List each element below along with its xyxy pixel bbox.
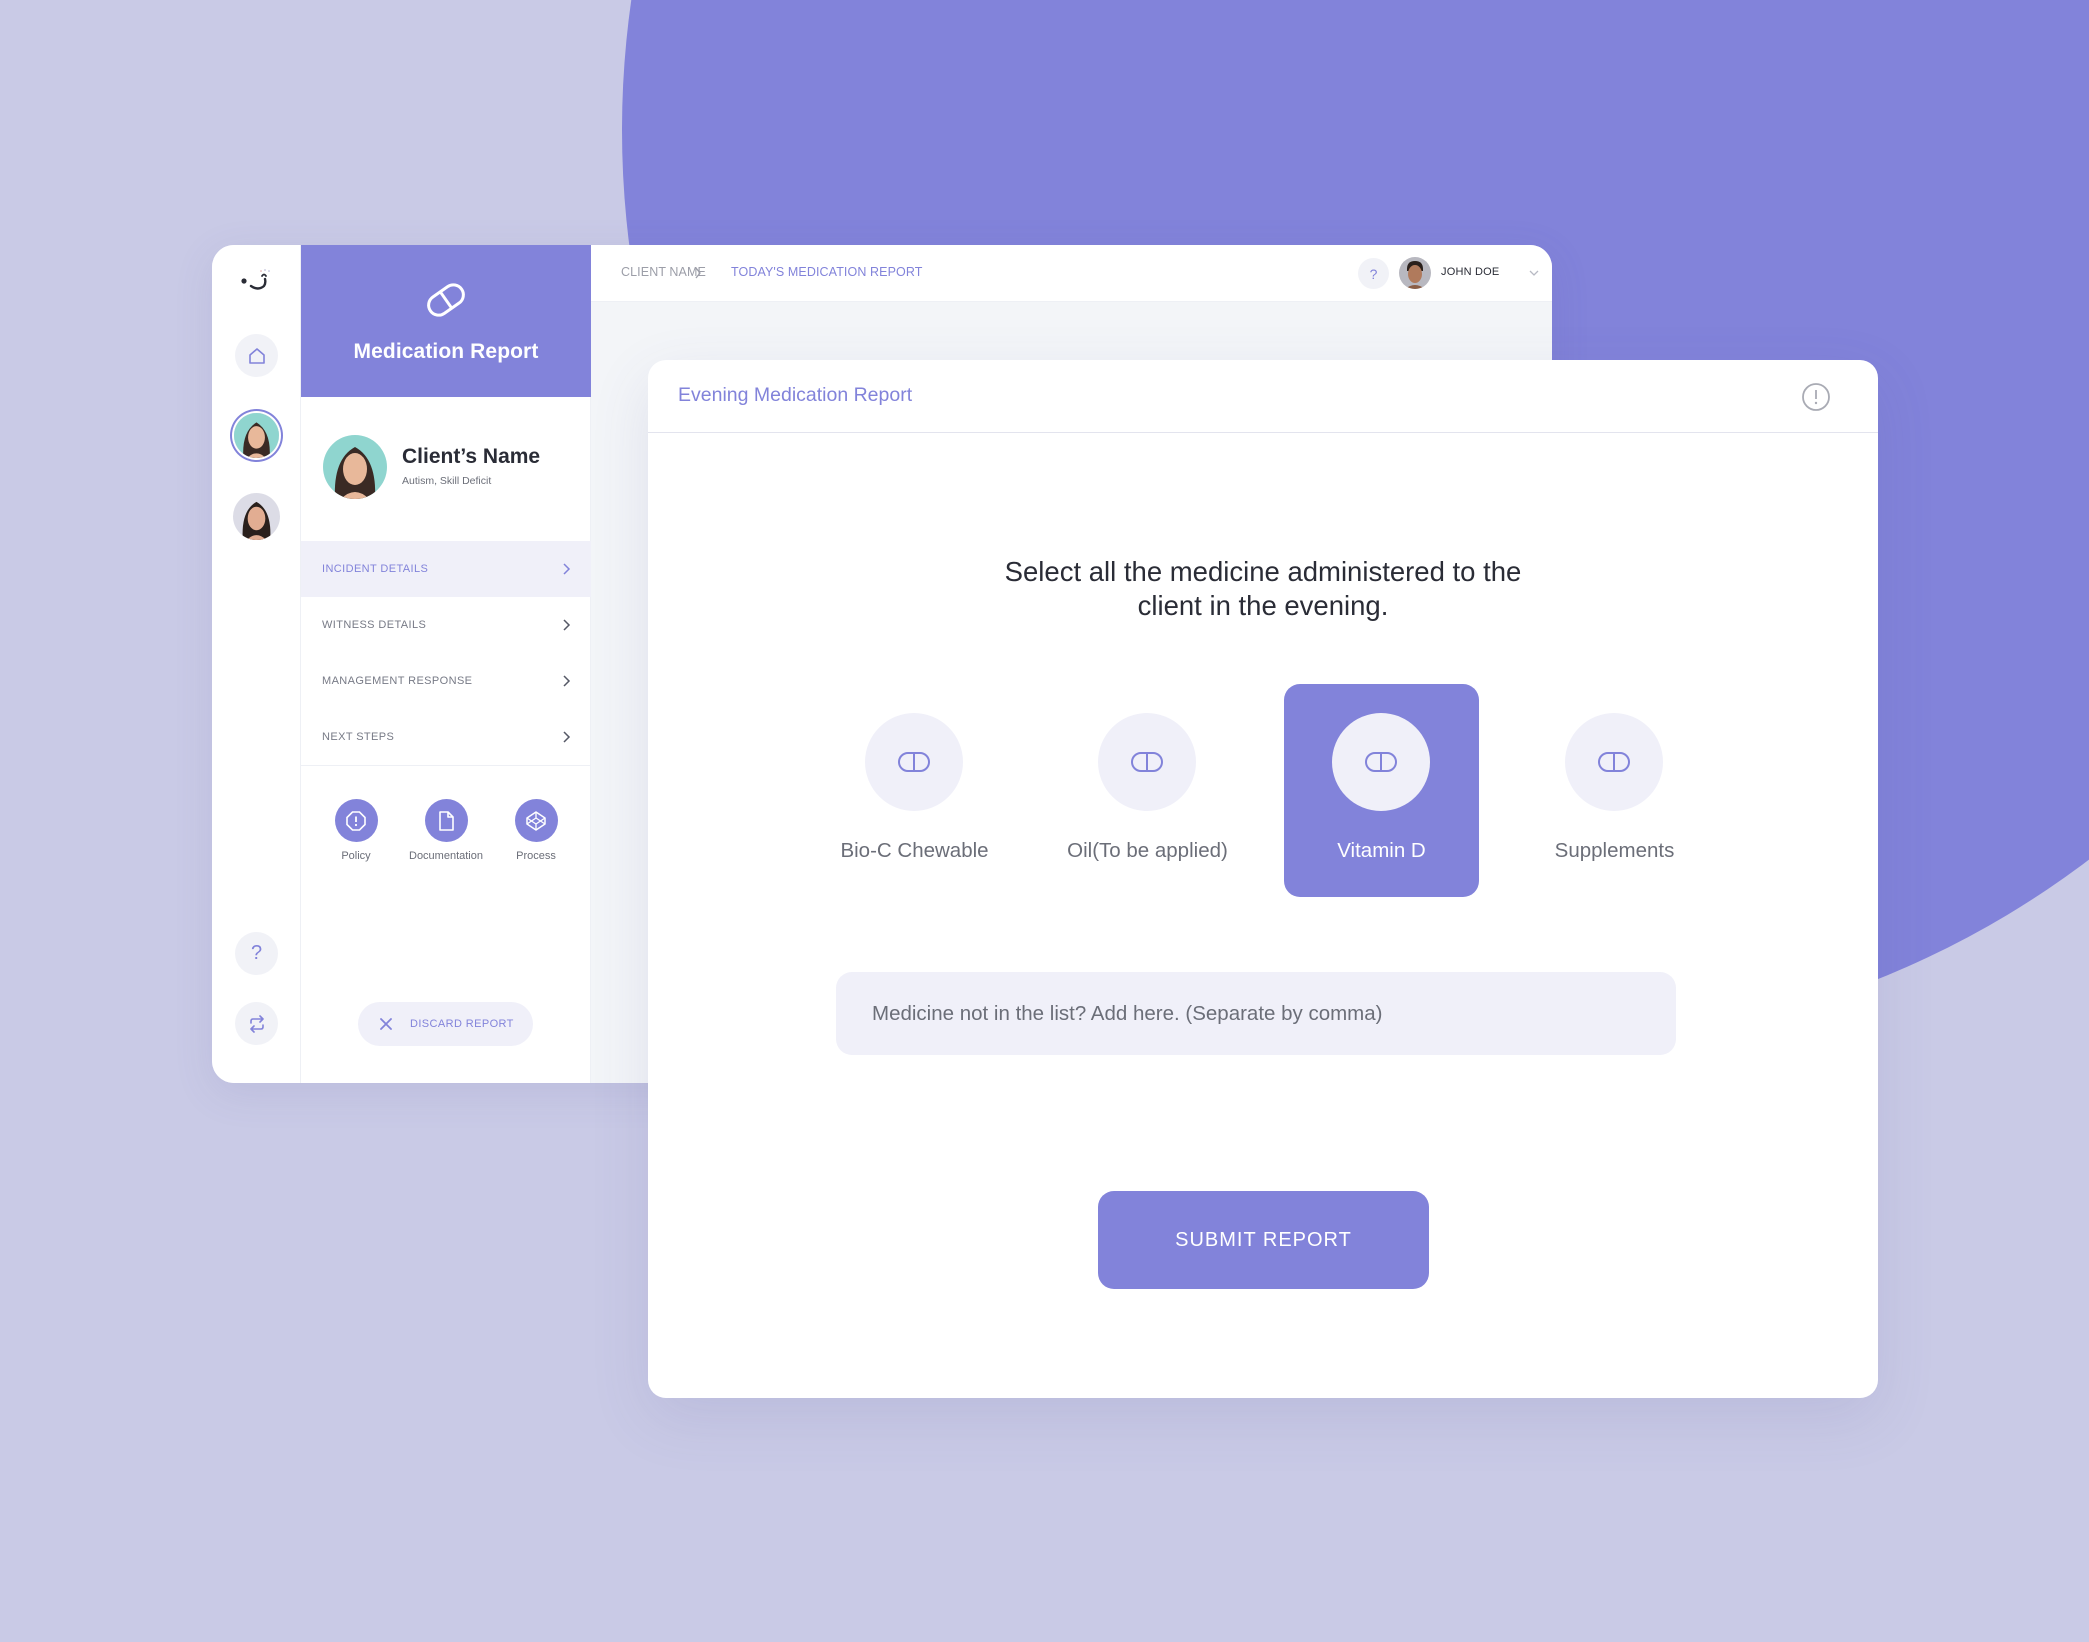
option-icon-circle — [865, 713, 963, 811]
question-icon: ? — [1369, 265, 1378, 282]
chevron-down-icon[interactable] — [1528, 268, 1540, 278]
side-panel-header: Medication Report — [301, 245, 591, 397]
smile-logo-icon — [241, 269, 270, 290]
question-line: Select all the medicine administered to … — [1004, 556, 1522, 587]
client-avatar[interactable] — [233, 493, 280, 540]
chevron-right-icon — [563, 731, 571, 743]
chevron-right-icon — [563, 619, 571, 631]
menu-item-label: WITNESS DETAILS — [322, 619, 427, 631]
menu-item-incident-details[interactable]: INCIDENT DETAILS — [301, 541, 591, 597]
option-label: Vitamin D — [1337, 839, 1426, 862]
pill-icon — [898, 752, 930, 772]
home-button[interactable] — [235, 334, 278, 377]
option-supplements[interactable]: Supplements — [1517, 684, 1712, 897]
submit-report-button[interactable]: SUBMIT REPORT — [1098, 1191, 1429, 1289]
menu-item-label: NEXT STEPS — [322, 731, 395, 743]
option-label: Supplements — [1554, 839, 1675, 862]
pill-icon — [1131, 752, 1163, 772]
discard-report-button[interactable]: DISCARD REPORT — [358, 1002, 533, 1046]
card-title: Evening Medication Report — [678, 384, 913, 406]
info-alert-icon[interactable] — [1801, 382, 1831, 412]
chevron-right-icon — [563, 563, 571, 575]
documentation-label: Documentation — [409, 850, 483, 862]
menu-item-management-response[interactable]: MANAGEMENT RESPONSE — [301, 653, 591, 709]
process-link[interactable]: Process — [486, 799, 586, 862]
question-heading: Select all the medicine administered to … — [648, 555, 1878, 623]
option-icon-circle — [1565, 713, 1663, 811]
option-bio-c-chewable[interactable]: Bio-C Chewable — [817, 684, 1012, 897]
avatar — [1399, 257, 1431, 289]
pill-icon — [1598, 752, 1630, 772]
pill-icon — [427, 283, 465, 317]
client-description: Autism, Skill Deficit — [402, 475, 492, 487]
chevron-right-icon — [695, 267, 701, 279]
client-photo — [323, 435, 387, 499]
option-vitamin-d[interactable]: Vitamin D — [1284, 684, 1479, 897]
divider — [301, 765, 591, 766]
question-line: client in the evening. — [1137, 590, 1389, 621]
side-panel: Medication Report Client’s Name Autism, … — [301, 245, 591, 1083]
client-card: Client’s Name Autism, Skill Deficit — [301, 397, 591, 540]
policy-label: Policy — [341, 850, 371, 862]
menu-item-witness-details[interactable]: WITNESS DETAILS — [301, 597, 591, 653]
menu-item-label: MANAGEMENT RESPONSE — [322, 675, 473, 687]
report-sections-menu: INCIDENT DETAILS WITNESS DETAILS MANAGEM… — [301, 541, 591, 766]
add-medicine-input[interactable] — [836, 972, 1676, 1055]
policy-link[interactable]: Policy — [306, 799, 406, 862]
process-label: Process — [516, 850, 556, 862]
help-button[interactable]: ? — [235, 932, 278, 975]
home-icon — [248, 347, 265, 364]
quick-links: Policy Documentation Process — [301, 799, 591, 869]
option-label: Bio-C Chewable — [840, 839, 989, 862]
swap-arrows-icon — [249, 1014, 264, 1033]
close-icon — [380, 1018, 392, 1030]
documentation-link[interactable]: Documentation — [396, 799, 496, 862]
side-panel-title: Medication Report — [353, 340, 539, 363]
menu-item-label: INCIDENT DETAILS — [322, 563, 429, 575]
option-icon-circle — [1098, 713, 1196, 811]
alert-octagon-icon — [346, 810, 366, 831]
menu-item-next-steps[interactable]: NEXT STEPS — [301, 709, 591, 765]
switch-button[interactable] — [235, 1002, 278, 1045]
option-icon-circle — [1332, 713, 1430, 811]
avatar — [323, 435, 387, 499]
topbar: CLIENT NAME TODAY'S MEDICATION REPORT ? … — [591, 245, 1552, 302]
icon-rail: ? — [212, 245, 301, 1083]
user-avatar[interactable] — [1399, 257, 1431, 289]
chevron-right-icon — [563, 675, 571, 687]
client-name: Client’s Name — [402, 445, 541, 468]
option-oil[interactable]: Oil(To be applied) — [1050, 684, 1245, 897]
breadcrumb-current-report[interactable]: TODAY'S MEDICATION REPORT — [731, 265, 922, 279]
medicine-options: Bio-C Chewable Oil(To be applied) Vitami… — [648, 684, 1878, 897]
question-icon: ? — [250, 942, 263, 964]
avatar — [234, 413, 279, 458]
codepen-cube-icon — [526, 810, 546, 831]
option-label: Oil(To be applied) — [1067, 839, 1228, 862]
medication-report-card: Evening Medication Report Select all the… — [648, 360, 1878, 1398]
card-header: Evening Medication Report — [648, 360, 1878, 433]
document-icon — [439, 810, 454, 831]
discard-report-label: DISCARD REPORT — [410, 1018, 514, 1030]
pill-icon — [1365, 752, 1397, 772]
user-name[interactable]: JOHN DOE — [1441, 266, 1499, 278]
help-button[interactable]: ? — [1358, 258, 1389, 289]
avatar — [233, 493, 280, 540]
client-avatar-active[interactable] — [234, 413, 279, 458]
